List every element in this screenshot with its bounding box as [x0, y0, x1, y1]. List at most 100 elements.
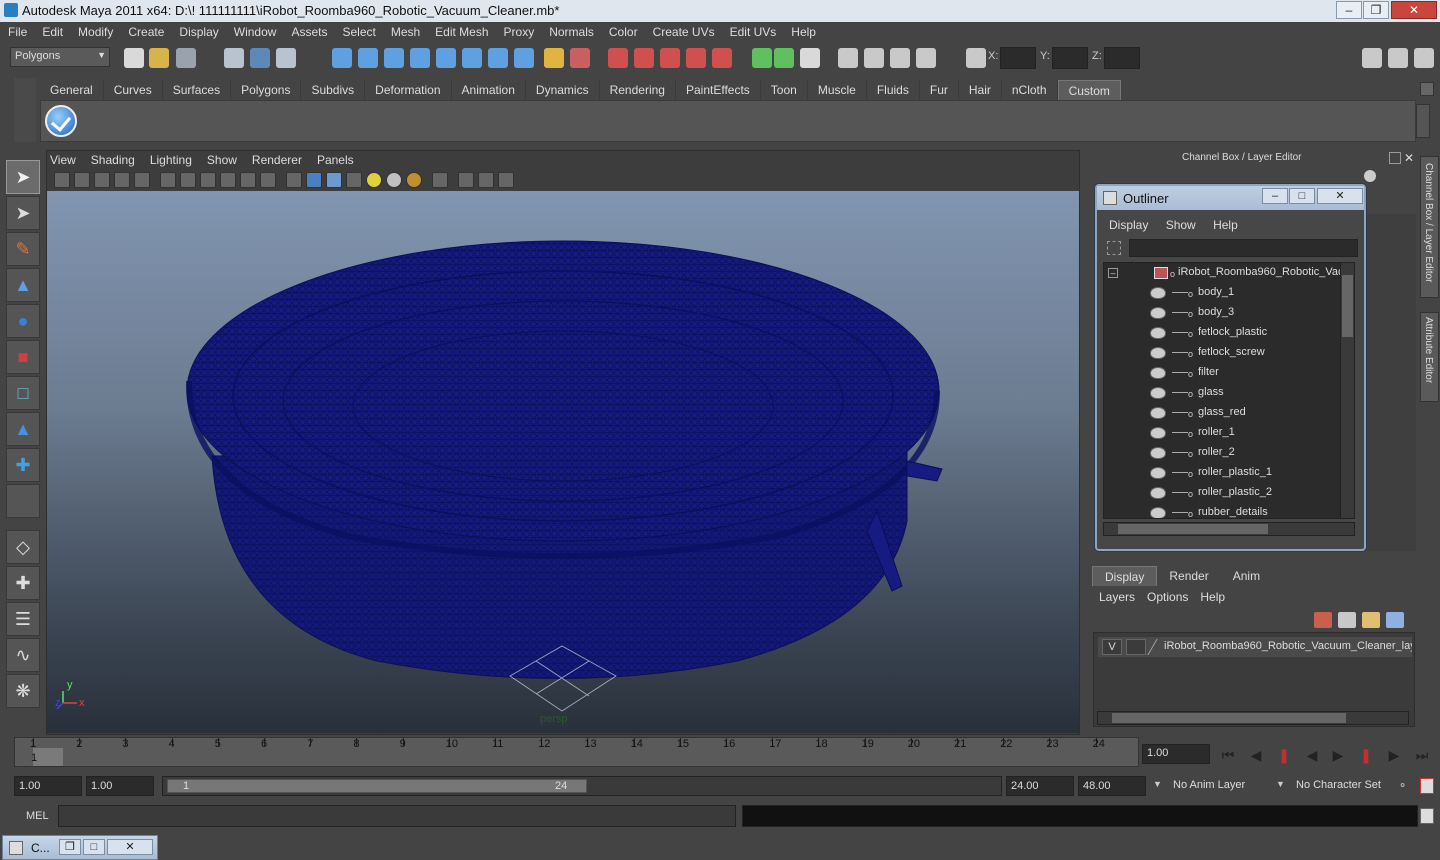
viewport-menu-lighting[interactable]: Lighting: [150, 153, 192, 167]
hypershade-layout[interactable]: ❋: [6, 674, 40, 708]
y-field[interactable]: [1052, 47, 1088, 69]
layer-menu-layers[interactable]: Layers: [1099, 590, 1135, 604]
new-scene-icon[interactable]: [124, 48, 144, 68]
minimized-window[interactable]: C... ❐ □ ✕: [2, 835, 158, 860]
layer-horizontal-scrollbar[interactable]: [1097, 711, 1409, 725]
filter-icon[interactable]: [1107, 241, 1121, 255]
rotate-tool[interactable]: ■: [6, 340, 40, 374]
menu-edit-mesh[interactable]: Edit Mesh: [427, 22, 495, 42]
lasso-tool[interactable]: ➤: [6, 196, 40, 230]
playback-start-field[interactable]: 1.00: [86, 776, 154, 796]
maximize-icon[interactable]: □: [83, 839, 105, 855]
outliner-item[interactable]: o glass: [1104, 383, 1354, 403]
shelf-scroll-arrows[interactable]: [1416, 104, 1430, 138]
go-to-start-icon[interactable]: ⏮: [1218, 747, 1238, 763]
menu-mesh[interactable]: Mesh: [383, 22, 427, 42]
close-panel-icon[interactable]: ✕: [1404, 151, 1414, 165]
menu-display[interactable]: Display: [171, 22, 225, 42]
render-current-icon[interactable]: [634, 48, 654, 68]
chevron-down-icon[interactable]: ▼: [1276, 779, 1285, 789]
menu-create[interactable]: Create: [120, 22, 171, 42]
close-icon[interactable]: ✕: [107, 839, 153, 855]
outliner-item[interactable]: o roller_plastic_1: [1104, 463, 1354, 483]
end-time-field[interactable]: 48.00: [1078, 776, 1146, 796]
layer-menu-options[interactable]: Options: [1147, 590, 1188, 604]
graph-editor-layout[interactable]: ∿: [6, 638, 40, 672]
move-tool[interactable]: ●: [6, 304, 40, 338]
range-slider[interactable]: 1 24: [162, 776, 1002, 796]
menu-create-uvs[interactable]: Create UVs: [645, 22, 722, 42]
menu-window[interactable]: Window: [226, 22, 284, 42]
shelf-tab-toon[interactable]: Toon: [761, 80, 808, 100]
viewport-menu-show[interactable]: Show: [207, 153, 237, 167]
shelf-tab-hair[interactable]: Hair: [959, 80, 1002, 100]
scroll-thumb[interactable]: [1342, 275, 1353, 337]
layer-visibility-toggle[interactable]: V: [1102, 639, 1122, 655]
outliner-item[interactable]: o body_1: [1104, 283, 1354, 303]
quick-layout-icon[interactable]: [916, 48, 936, 68]
scroll-thumb[interactable]: [1112, 713, 1346, 723]
gate-mask-icon[interactable]: [200, 172, 216, 188]
command-input[interactable]: [58, 805, 736, 827]
film-gate-icon[interactable]: [160, 172, 176, 188]
outliner-item[interactable]: o rubber_details: [1104, 503, 1354, 518]
bookmark-icon[interactable]: [94, 172, 110, 188]
current-frame-marker[interactable]: [33, 748, 63, 766]
snap-curve-icon[interactable]: [358, 48, 378, 68]
camera-select-icon[interactable]: [54, 172, 70, 188]
outliner-menu-help[interactable]: Help: [1213, 218, 1238, 232]
menu-proxy[interactable]: Proxy: [496, 22, 542, 42]
outliner-item[interactable]: o roller_plastic_2: [1104, 483, 1354, 503]
side-tab-channel-box[interactable]: Channel Box / Layer Editor: [1420, 156, 1439, 298]
animation-preferences-icon[interactable]: [1420, 778, 1434, 794]
go-to-end-icon[interactable]: ⏭: [1412, 747, 1432, 763]
attribute-editor-toggle-icon[interactable]: [1362, 48, 1382, 68]
outliner-root-row[interactable]: – o iRobot_Roomba960_Robotic_Vacu: [1104, 263, 1354, 283]
render-globals-icon[interactable]: [686, 48, 706, 68]
camera-attributes-icon[interactable]: [74, 172, 90, 188]
shelf-menu-handle[interactable]: [14, 78, 36, 142]
shelf-tab-surfaces[interactable]: Surfaces: [163, 80, 232, 100]
smooth-shade-icon[interactable]: [306, 172, 322, 188]
viewport-menu-shading[interactable]: Shading: [91, 153, 135, 167]
layer-tab-render[interactable]: Render: [1157, 566, 1220, 586]
menu-edit-uvs[interactable]: Edit UVs: [722, 22, 784, 42]
current-time-field[interactable]: 1.00: [1142, 744, 1210, 764]
single-pane-layout[interactable]: ◇: [6, 530, 40, 564]
image-plane-icon[interactable]: [114, 172, 130, 188]
shelf-tab-deformation[interactable]: Deformation: [365, 80, 452, 100]
menu-set-select[interactable]: Polygons ▼: [10, 47, 110, 67]
make-live-icon[interactable]: [436, 48, 456, 68]
select-tool[interactable]: ➤: [6, 160, 40, 194]
input-field-icon[interactable]: [752, 48, 772, 68]
shelf-tab-painteffects[interactable]: PaintEffects: [676, 80, 761, 100]
menu-help[interactable]: Help: [783, 22, 823, 42]
move-layer-down-icon[interactable]: [1338, 612, 1356, 628]
outliner-item[interactable]: o glass_red: [1104, 403, 1354, 423]
save-scene-icon[interactable]: [176, 48, 196, 68]
wireframe-on-shaded-icon[interactable]: [326, 172, 342, 188]
command-language-label[interactable]: MEL: [26, 810, 49, 822]
layer-tab-anim[interactable]: Anim: [1221, 566, 1272, 586]
step-forward-key-icon[interactable]: ❚: [1356, 747, 1376, 763]
isolate-select-icon[interactable]: [432, 172, 448, 188]
menu-select[interactable]: Select: [334, 22, 382, 42]
outliner-menu-display[interactable]: Display: [1109, 218, 1148, 232]
shelf-tab-fluids[interactable]: Fluids: [867, 80, 920, 100]
default-light-icon[interactable]: [386, 172, 402, 188]
viewport-menu-renderer[interactable]: Renderer: [252, 153, 302, 167]
open-scene-icon[interactable]: [149, 48, 169, 68]
snap-view-plane-icon[interactable]: [410, 48, 430, 68]
clipboard-icon[interactable]: [800, 48, 820, 68]
outliner-item[interactable]: o roller_1: [1104, 423, 1354, 443]
shelf-tab-animation[interactable]: Animation: [452, 80, 526, 100]
collapse-icon[interactable]: –: [1108, 268, 1118, 278]
anim-layer-dropdown[interactable]: No Anim Layer: [1169, 776, 1269, 796]
grid-view-icon[interactable]: [134, 172, 150, 188]
layer-tab-display[interactable]: Display: [1092, 566, 1158, 586]
checkmark-shelf-icon[interactable]: [45, 105, 77, 137]
wireframe-icon[interactable]: [286, 172, 302, 188]
textured-icon[interactable]: [346, 172, 362, 188]
menu-modify[interactable]: Modify: [70, 22, 120, 42]
last-tool-slot[interactable]: [6, 484, 40, 518]
